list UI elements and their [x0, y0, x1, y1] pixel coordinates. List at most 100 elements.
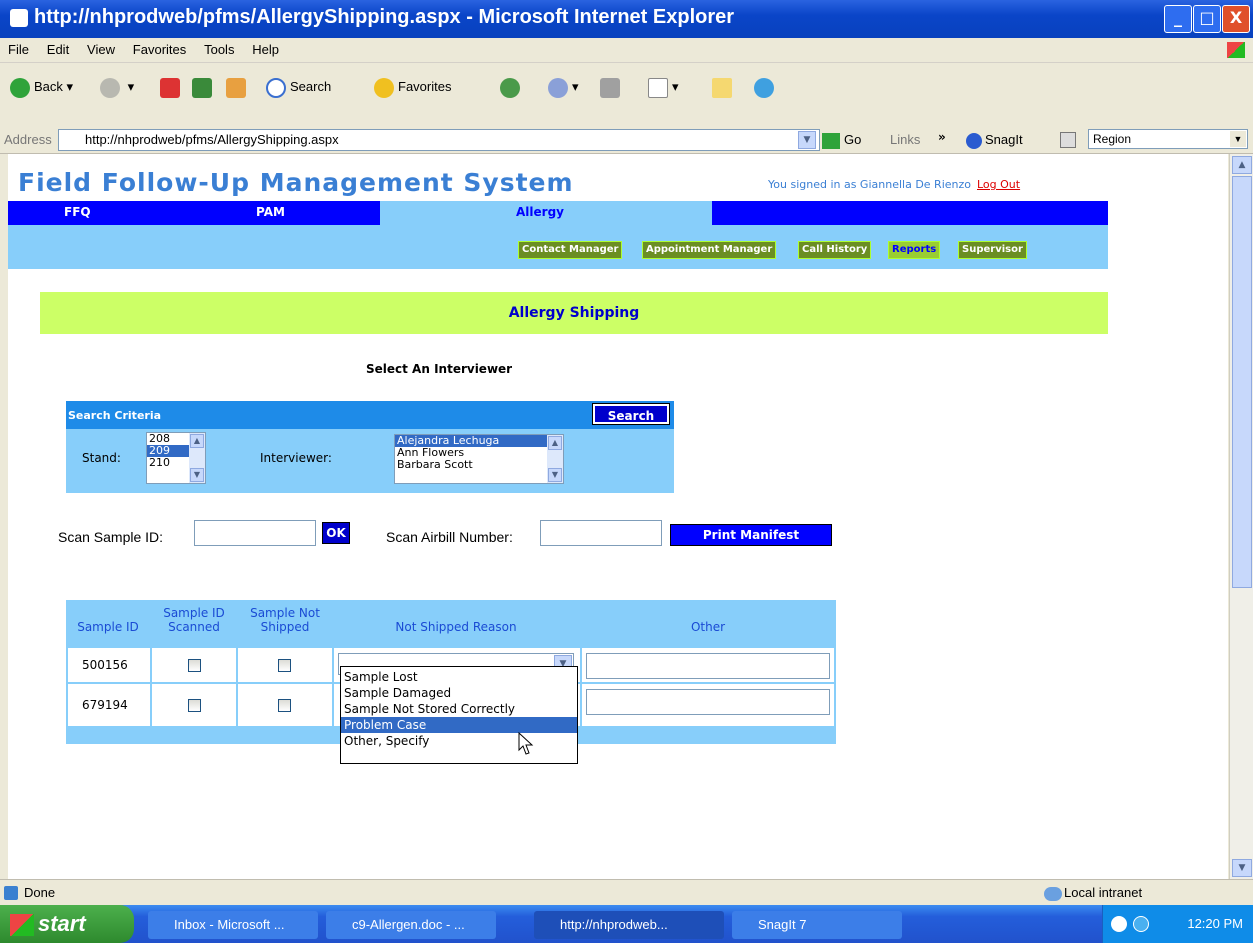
not-shipped-cell	[238, 684, 332, 726]
address-bar: Address http://nhprodweb/pfms/AllergyShi…	[0, 127, 1253, 154]
other-textarea[interactable]	[586, 653, 830, 679]
search-button[interactable]: Search	[266, 75, 331, 99]
scroll-thumb[interactable]	[1232, 176, 1252, 588]
interviewer-listbox[interactable]: Alejandra Lechuga Ann Flowers Barbara Sc…	[394, 434, 564, 484]
scroll-up-icon[interactable]: ▲	[190, 434, 204, 448]
maximize-button[interactable]: □	[1193, 5, 1221, 33]
tray-arrow-icon[interactable]	[1111, 916, 1127, 932]
menu-tools[interactable]: Tools	[204, 38, 234, 62]
stop-button[interactable]	[160, 75, 184, 99]
col-sample-not-shipped: Sample Not Shipped	[250, 606, 320, 634]
snagit-button[interactable]: SnagIt	[966, 132, 1023, 149]
not-shipped-checkbox[interactable]	[278, 699, 291, 712]
interviewer-scrollbar[interactable]: ▲ ▼	[547, 435, 563, 483]
reason-option-problem-case[interactable]: Problem Case	[341, 717, 577, 733]
scan-airbill-input[interactable]	[540, 520, 662, 546]
scan-sample-input[interactable]	[194, 520, 316, 546]
home-button[interactable]	[226, 75, 250, 99]
history-button[interactable]	[500, 75, 524, 99]
go-button[interactable]: Go	[822, 132, 861, 149]
signin-info: You signed in as Giannella De Rienzo Log …	[768, 178, 1020, 191]
scanned-checkbox[interactable]	[188, 699, 201, 712]
taskbar: start Inbox - Microsoft ... c9-Allergen.…	[0, 905, 1253, 943]
scroll-down-icon[interactable]: ▼	[1232, 859, 1252, 877]
tab-ffq[interactable]: FFQ	[8, 201, 194, 225]
taskbar-item-word-doc[interactable]: c9-Allergen.doc - ...	[326, 911, 496, 939]
close-button[interactable]: X	[1222, 5, 1250, 33]
stand-listbox[interactable]: 208 209 210 ▲ ▼	[146, 432, 206, 484]
col-other: Other	[690, 620, 726, 634]
reason-option-sample-lost[interactable]: Sample Lost	[341, 669, 577, 685]
taskbar-item-snagit[interactable]: SnagIt 7	[732, 911, 902, 939]
menu-help[interactable]: Help	[252, 38, 279, 62]
tab-allergy[interactable]: Allergy	[380, 201, 712, 225]
subnav-supervisor[interactable]: Supervisor	[958, 241, 1027, 259]
word-button[interactable]: ▾	[648, 75, 679, 99]
print-button[interactable]	[600, 75, 624, 99]
messenger-icon	[754, 77, 774, 98]
ok-button[interactable]: OK	[322, 522, 350, 544]
intranet-icon	[1044, 886, 1062, 901]
search-criteria-title: Search Criteria	[68, 409, 162, 422]
sub-nav: Contact Manager Appointment Manager Call…	[8, 225, 1108, 269]
back-button[interactable]: Back ▾	[10, 75, 73, 99]
search-icon	[266, 77, 286, 98]
print-manifest-button[interactable]: Print Manifest	[670, 524, 832, 546]
links-label[interactable]: Links	[890, 132, 920, 147]
reason-dropdown-list[interactable]: Sample Lost Sample Damaged Sample Not St…	[340, 666, 578, 764]
menu-bar: File Edit View Favorites Tools Help	[0, 38, 1253, 63]
search-criteria-panel: Search Criteria Search Stand: 208 209 21…	[66, 401, 674, 493]
window-title-bar: http://nhprodweb/pfms/AllergyShipping.as…	[0, 0, 1253, 38]
address-dropdown-icon[interactable]: ▼	[798, 131, 816, 149]
links-chevron-icon[interactable]: »	[938, 130, 946, 144]
reason-option-other-specify[interactable]: Other, Specify	[341, 733, 577, 749]
favorites-button[interactable]: Favorites	[374, 75, 451, 99]
scroll-down-icon[interactable]: ▼	[548, 468, 562, 482]
menu-edit[interactable]: Edit	[47, 38, 69, 62]
interviewer-option[interactable]: Barbara Scott	[395, 459, 563, 471]
browser-toolbar: Back ▾ ▾ Search Favorites ▾ ▾	[0, 63, 1253, 128]
stand-scrollbar[interactable]: ▲ ▼	[189, 433, 205, 483]
region-select[interactable]: Region ▼	[1088, 129, 1248, 149]
logout-link[interactable]: Log Out	[977, 178, 1020, 191]
page-scrollbar[interactable]: ▲ ▼	[1229, 154, 1253, 879]
menu-favorites[interactable]: Favorites	[133, 38, 186, 62]
reason-option-not-stored-correctly[interactable]: Sample Not Stored Correctly	[341, 701, 577, 717]
address-input[interactable]: http://nhprodweb/pfms/AllergyShipping.as…	[58, 129, 820, 151]
not-shipped-checkbox[interactable]	[278, 659, 291, 672]
start-button[interactable]: start	[0, 905, 134, 943]
reason-option-sample-damaged[interactable]: Sample Damaged	[341, 685, 577, 701]
word-icon	[648, 77, 668, 98]
tray-app-icon[interactable]	[1133, 916, 1149, 932]
select-interviewer-heading: Select An Interviewer	[366, 362, 513, 376]
scroll-down-icon[interactable]: ▼	[190, 468, 204, 482]
search-submit-button[interactable]: Search	[592, 403, 670, 425]
mail-button[interactable]: ▾	[548, 75, 579, 99]
scroll-up-icon[interactable]: ▲	[548, 436, 562, 450]
menu-file[interactable]: File	[8, 38, 29, 62]
subnav-reports[interactable]: Reports	[888, 241, 941, 259]
windows-flag-icon	[10, 914, 34, 937]
subnav-call-history[interactable]: Call History	[798, 241, 872, 259]
scanned-cell	[152, 648, 236, 682]
zone-indicator: Local intranet	[1044, 885, 1142, 901]
scroll-up-icon[interactable]: ▲	[1232, 156, 1252, 174]
other-textarea[interactable]	[586, 689, 830, 715]
forward-arrow-icon	[100, 77, 120, 98]
taskbar-item-browser[interactable]: http://nhprodweb...	[534, 911, 724, 939]
forward-button[interactable]: ▾	[100, 75, 134, 99]
subnav-contact-manager[interactable]: Contact Manager	[518, 241, 623, 259]
taskbar-item-inbox[interactable]: Inbox - Microsoft ...	[148, 911, 318, 939]
refresh-button[interactable]	[192, 75, 216, 99]
snagit-capture-icon[interactable]	[1060, 132, 1076, 148]
tab-pam[interactable]: PAM	[194, 201, 380, 225]
messenger-button[interactable]	[754, 75, 778, 99]
windows-logo-icon	[1227, 42, 1245, 58]
menu-view[interactable]: View	[87, 38, 115, 62]
favorites-star-icon	[374, 77, 394, 98]
scanned-checkbox[interactable]	[188, 659, 201, 672]
minimize-button[interactable]: _	[1164, 5, 1192, 33]
go-arrow-icon	[822, 132, 840, 149]
folder-button[interactable]	[712, 75, 736, 99]
subnav-appointment-manager[interactable]: Appointment Manager	[642, 241, 777, 259]
